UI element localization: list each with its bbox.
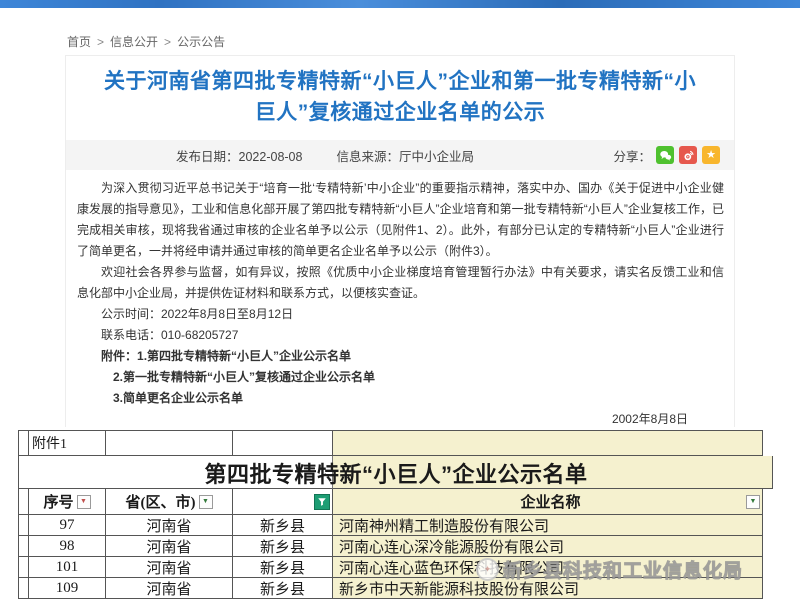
column-header-county (233, 489, 333, 515)
sign-date: 2002年8月8日 (77, 409, 724, 430)
cell-company: 河南心连心蓝色环保科技有限公司 (333, 557, 763, 578)
table-cell (19, 489, 29, 515)
cell-province: 河南省 (106, 515, 233, 536)
page: 首页 > 信息公开 > 公示公告 关于河南省第四批专精特新“小巨人”企业和第一批专精特新… (0, 0, 800, 600)
cell-seq: 101 (29, 557, 106, 578)
table-cell (333, 430, 763, 456)
share-label: 分享： (613, 146, 651, 165)
column-header-company: 企业名称 ▼ (333, 489, 763, 515)
table-row: 98 河南省 新乡县 河南心连心深冷能源股份有限公司 (18, 536, 773, 557)
cell-county: 新乡县 (233, 578, 333, 599)
table-row-attachment-label: 附件1 (18, 430, 773, 456)
publish-date: 发布日期：2022-08-08 (176, 146, 302, 165)
table-cell (19, 536, 29, 557)
table-cell (19, 430, 29, 456)
attachment-item-1: 附件：1.第四批专精特新“小巨人”企业公示名单 (77, 346, 724, 367)
top-banner-bar (0, 0, 800, 8)
table-cell (19, 515, 29, 536)
notice-time-line: 公示时间：2022年8月8日至8月12日 (77, 304, 724, 325)
breadcrumb-link-info[interactable]: 信息公开 (110, 35, 158, 49)
article-body: 为深入贯彻习近平总书记关于“培育一批‘专精特新’中小企业”的重要指示精神，落实中… (77, 178, 724, 430)
attachment-label: 附件1 (29, 430, 106, 456)
chevron-down-icon[interactable]: ▼ (199, 495, 213, 509)
cell-county: 新乡县 (233, 536, 333, 557)
weibo-share-icon[interactable] (679, 146, 697, 164)
paragraph: 为深入贯彻习近平总书记关于“培育一批‘专精特新’中小企业”的重要指示精神，落实中… (77, 178, 724, 262)
share-toolbar: 分享： ★ (613, 146, 720, 165)
cell-company: 河南心连心深冷能源股份有限公司 (333, 536, 763, 557)
table-cell (19, 578, 29, 599)
chevron-down-icon[interactable]: ▼ (746, 495, 760, 509)
table-title-row: 第四批专精特新“小巨人”企业公示名单 (18, 456, 773, 489)
table-row: 101 河南省 新乡县 河南心连心蓝色环保科技有限公司 (18, 557, 773, 578)
star-share-icon[interactable]: ★ (702, 146, 720, 164)
table-cell (19, 557, 29, 578)
cell-county: 新乡县 (233, 515, 333, 536)
cell-seq: 98 (29, 536, 106, 557)
table-row: 109 河南省 新乡县 新乡市中天新能源科技股份有限公司 (18, 578, 773, 599)
breadcrumb-link-notices[interactable]: 公示公告 (177, 35, 225, 49)
breadcrumb-link-home[interactable]: 首页 (67, 35, 91, 49)
table-header-row: 序号 ▼ 省(区、市) ▼ 企业名称 ▼ (18, 489, 773, 515)
column-header-label: 企业名称 (520, 491, 580, 512)
column-header-seq: 序号 ▼ (29, 489, 106, 515)
cell-company: 河南神州精工制造股份有限公司 (333, 515, 763, 536)
attachment-item-3: 3.简单更名企业公示名单 (77, 388, 724, 409)
chevron-down-icon[interactable]: ▼ (77, 495, 91, 509)
breadcrumb-separator: > (97, 35, 104, 49)
table-row: 97 河南省 新乡县 河南神州精工制造股份有限公司 (18, 515, 773, 536)
cell-province: 河南省 (106, 578, 233, 599)
cell-province: 河南省 (106, 536, 233, 557)
table-cell (106, 430, 233, 456)
cell-seq: 109 (29, 578, 106, 599)
table-title: 第四批专精特新“小巨人”企业公示名单 (19, 456, 773, 489)
article-meta-bar: 发布日期：2022-08-08 信息来源：厅中小企业局 分享： ★ (66, 140, 734, 170)
attachment-table: 附件1 第四批专精特新“小巨人”企业公示名单 序号 ▼ 省(区、市) ▼ (18, 430, 773, 599)
cell-county: 新乡县 (233, 557, 333, 578)
cell-seq: 97 (29, 515, 106, 536)
breadcrumb: 首页 > 信息公开 > 公示公告 (67, 33, 225, 50)
attachment-item-2: 2.第一批专精特新“小巨人”复核通过企业公示名单 (77, 367, 724, 388)
contact-phone-line: 联系电话：010-68205727 (77, 325, 724, 346)
wechat-share-icon[interactable] (656, 146, 674, 164)
paragraph: 欢迎社会各界参与监督，如有异议，按照《优质中小企业梯度培育管理暂行办法》中有关要… (77, 262, 724, 304)
table-cell (233, 430, 333, 456)
article-panel: 关于河南省第四批专精特新“小巨人”企业和第一批专精特新“小巨人”复核通过企业名单… (65, 55, 735, 427)
page-title: 关于河南省第四批专精特新“小巨人”企业和第一批专精特新“小巨人”复核通过企业名单… (94, 66, 706, 128)
column-header-province: 省(区、市) ▼ (106, 489, 233, 515)
column-header-label: 省(区、市) (126, 491, 196, 512)
funnel-filter-icon[interactable] (314, 494, 330, 510)
breadcrumb-separator: > (164, 35, 171, 49)
column-header-label: 序号 (43, 491, 73, 512)
cell-company: 新乡市中天新能源科技股份有限公司 (333, 578, 763, 599)
info-source: 信息来源：厅中小企业局 (336, 146, 474, 165)
cell-province: 河南省 (106, 557, 233, 578)
